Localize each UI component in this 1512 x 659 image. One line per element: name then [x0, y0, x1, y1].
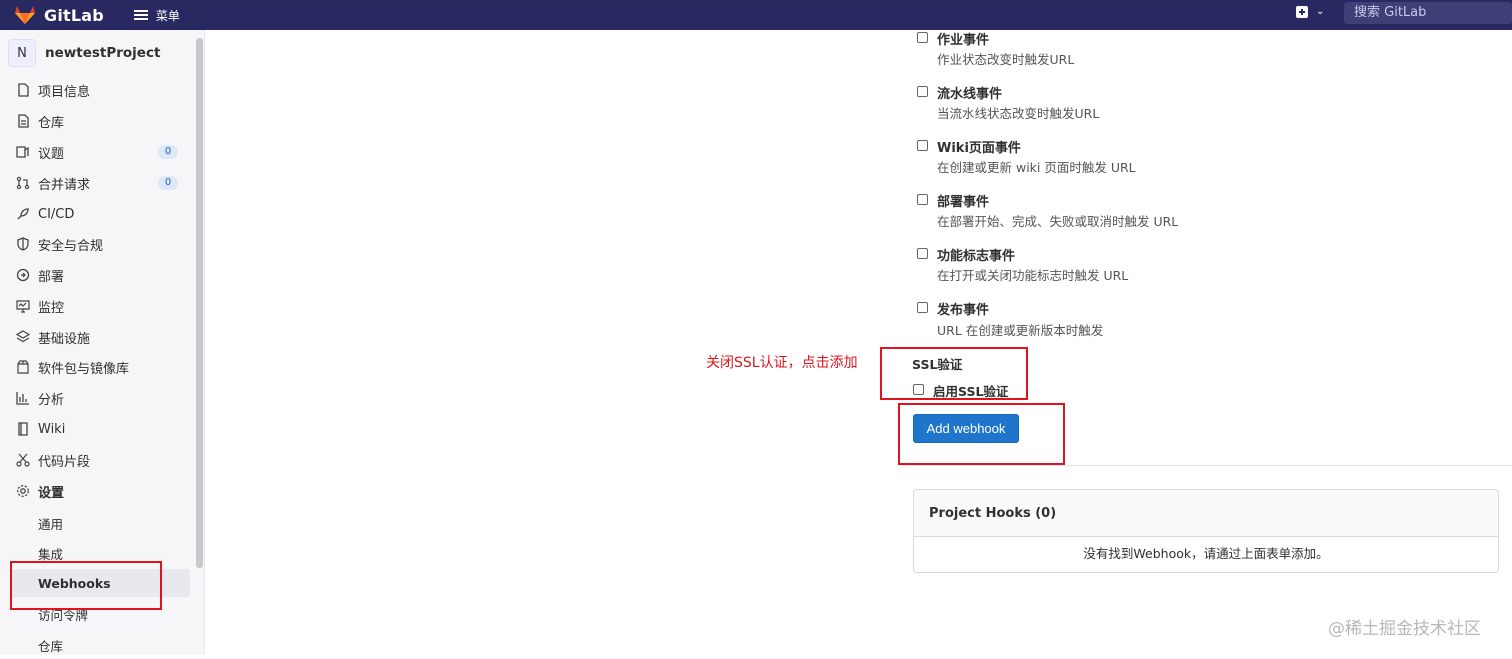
- pipeline-events-checkbox[interactable]: [917, 86, 928, 97]
- release-events-title: 发布事件: [937, 303, 990, 318]
- sidebar-item-settings[interactable]: 设置: [0, 477, 196, 505]
- sidebar-item-label: 代码片段: [38, 454, 91, 470]
- sidebar-item-wiki[interactable]: Wiki: [0, 415, 196, 443]
- release-events-desc: URL 在创建或更新版本时触发: [937, 323, 1104, 338]
- rocket-icon: [16, 207, 30, 221]
- sidebar-item-snippets[interactable]: 代码片段: [0, 446, 196, 474]
- deploy-icon: [16, 268, 30, 282]
- gear-icon: [16, 484, 30, 498]
- sidebar-item-project-info[interactable]: 项目信息: [0, 76, 196, 104]
- sidebar-item-label: 监控: [38, 300, 65, 316]
- sidebar-item-security[interactable]: 安全与合规: [0, 230, 196, 258]
- main-menu-button[interactable]: 菜单: [133, 7, 180, 24]
- tanuki-icon: [15, 6, 35, 24]
- sidebar-item-label: 基础设施: [38, 331, 91, 347]
- new-item-plus-icon[interactable]: [1296, 6, 1308, 18]
- sidebar-item-label: 合并请求: [38, 177, 91, 193]
- pipeline-events-desc: 当流水线状态改变时触发URL: [937, 106, 1100, 121]
- logo-text: GitLab: [44, 5, 104, 25]
- deployment-events-title: 部署事件: [937, 195, 990, 210]
- project-name: newtestProject: [45, 45, 161, 61]
- annotation-note: 关闭SSL认证，点击添加: [706, 355, 858, 371]
- wiki-events-title: Wiki页面事件: [937, 141, 1021, 156]
- sidebar-item-analytics[interactable]: 分析: [0, 384, 196, 412]
- sidebar-item-label: Wiki: [38, 421, 66, 437]
- sidebar-item-label: 软件包与镜像库: [38, 361, 130, 377]
- sidebar-item-label: 部署: [38, 269, 65, 285]
- package-icon: [16, 360, 30, 374]
- project-hooks-title: Project Hooks (0): [914, 490, 1498, 537]
- sidebar-item-cicd[interactable]: CI/CD: [0, 200, 196, 228]
- sidebar-item-deployments[interactable]: 部署: [0, 261, 196, 289]
- feature-flag-events-desc: 在打开或关闭功能标志时触发 URL: [937, 268, 1129, 283]
- search-input[interactable]: 搜索 GitLab: [1344, 2, 1512, 24]
- deployment-events-desc: 在部署开始、完成、失败或取消时触发 URL: [937, 214, 1179, 229]
- info-icon: [16, 83, 30, 97]
- feature-flag-events-checkbox[interactable]: [917, 248, 928, 259]
- divider: [900, 465, 1512, 466]
- project-hooks-empty-text: 没有找到Webhook，请通过上面表单添加。: [1083, 546, 1329, 561]
- annotation-box-add-button: [898, 403, 1065, 465]
- project-avatar: N: [8, 39, 36, 67]
- gitlab-logo[interactable]: GitLab: [14, 5, 104, 25]
- sidebar-item-repository[interactable]: 仓库: [0, 107, 196, 135]
- sidebar-item-label: 仓库: [38, 115, 65, 131]
- settings-sub-general[interactable]: 通用: [0, 509, 196, 537]
- book-icon: [16, 422, 30, 436]
- doc-icon: [16, 114, 30, 128]
- hamburger-icon: [133, 8, 148, 22]
- menu-label: 菜单: [155, 8, 180, 23]
- sidebar-item-issues[interactable]: 议题 0: [0, 138, 196, 166]
- sidebar-scrollbar[interactable]: [196, 38, 203, 568]
- chart-icon: [16, 391, 30, 405]
- job-events-checkbox[interactable]: [917, 32, 928, 43]
- feature-flag-events-title: 功能标志事件: [937, 249, 1016, 264]
- job-events-desc: 作业状态改变时触发URL: [937, 52, 1075, 67]
- issues-count-badge: 0: [158, 145, 178, 159]
- merge-icon: [16, 176, 30, 190]
- watermark: @稀土掘金技术社区: [1328, 619, 1481, 639]
- shield-icon: [16, 237, 30, 251]
- project-hooks-card: Project Hooks (0) 没有找到Webhook，请通过上面表单添加。: [913, 489, 1499, 573]
- pipeline-events-title: 流水线事件: [937, 87, 1003, 102]
- annotation-box-webhooks: [10, 561, 162, 610]
- sidebar-item-label: 设置: [38, 485, 65, 501]
- release-events-checkbox[interactable]: [917, 302, 928, 313]
- wiki-events-desc: 在创建或更新 wiki 页面时触发 URL: [937, 160, 1136, 175]
- issues-icon: [16, 145, 30, 159]
- monitor-icon: [16, 299, 30, 313]
- sidebar-item-label: CI/CD: [38, 206, 75, 222]
- chevron-down-icon[interactable]: ⌄: [1316, 6, 1324, 17]
- top-navbar: GitLab 菜单 ⌄ 搜索 GitLab: [0, 0, 1512, 30]
- sidebar-item-label: 安全与合规: [38, 238, 104, 254]
- sidebar-item-monitor[interactable]: 监控: [0, 292, 196, 320]
- sidebar-item-label: 项目信息: [38, 84, 91, 100]
- annotation-box-ssl: [880, 347, 1028, 400]
- sidebar-item-label: 议题: [38, 146, 65, 162]
- job-events-title: 作业事件: [937, 33, 990, 48]
- sidebar-item-packages[interactable]: 软件包与镜像库: [0, 353, 196, 381]
- sidebar-item-label: 分析: [38, 392, 65, 408]
- sidebar-item-merge-requests[interactable]: 合并请求 0: [0, 169, 196, 197]
- merge-requests-count-badge: 0: [158, 176, 178, 190]
- wiki-events-checkbox[interactable]: [917, 140, 928, 151]
- scissors-icon: [16, 453, 30, 467]
- infra-icon: [16, 330, 30, 344]
- deployment-events-checkbox[interactable]: [917, 194, 928, 205]
- sidebar-item-infrastructure[interactable]: 基础设施: [0, 323, 196, 351]
- project-header[interactable]: N newtestProject: [0, 30, 204, 76]
